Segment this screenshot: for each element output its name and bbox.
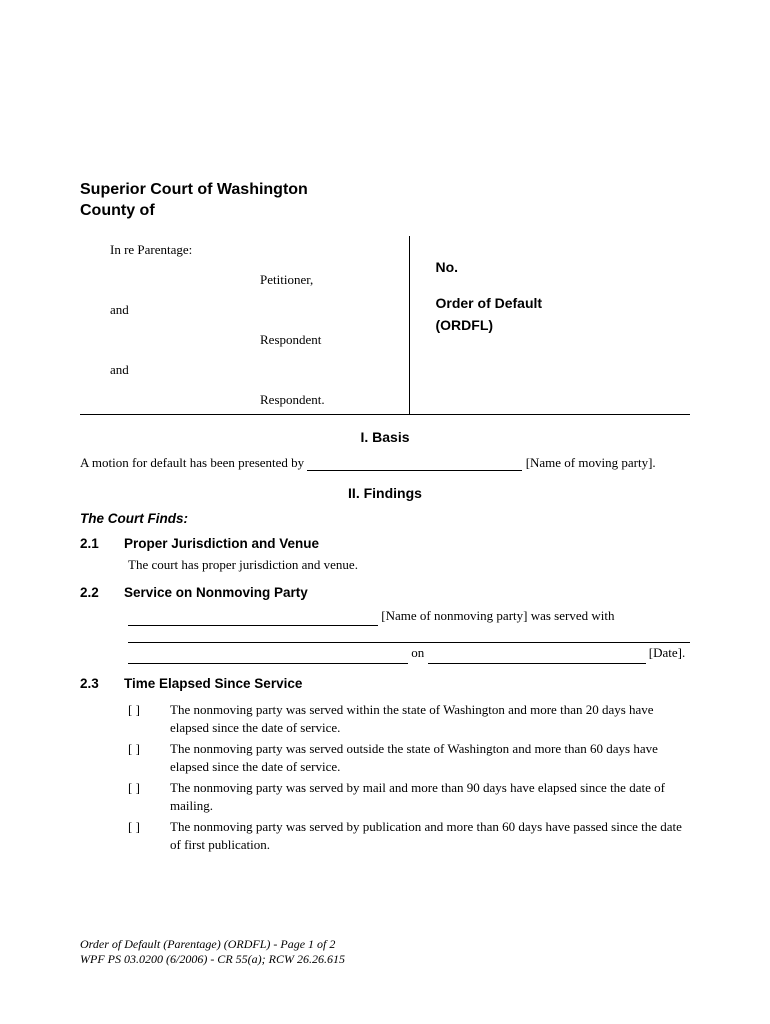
sub-2-2-title: Service on Nonmoving Party: [124, 585, 308, 600]
section-basis-heading: I. Basis: [80, 429, 690, 445]
sub-2-3-num: 2.3: [80, 676, 124, 691]
sub-2-1-body: The court has proper jurisdiction and ve…: [128, 557, 690, 573]
footer-line-2: WPF PS 03.0200 (6/2006) - CR 55(a); RCW …: [80, 952, 345, 968]
case-no-label: No.: [436, 256, 681, 278]
subsection-2-2: 2.2Service on Nonmoving Party [Name of n…: [80, 585, 690, 665]
court-header: Superior Court of Washington County of: [80, 180, 690, 222]
respondent-label-1: Respondent: [260, 332, 321, 348]
served-with-text: [Name of nonmoving party] was served wit…: [378, 608, 614, 623]
subsection-2-1: 2.1Proper Jurisdiction and Venue The cou…: [80, 536, 690, 573]
court-name-line2: County of: [80, 201, 690, 222]
checkbox-row-3: [ ] The nonmoving party was served by ma…: [128, 779, 690, 814]
service-date-blank[interactable]: [428, 663, 646, 664]
service-doc-blank-2[interactable]: [128, 663, 408, 664]
footer-line-1: Order of Default (Parentage) (ORDFL) - P…: [80, 937, 345, 953]
checkbox-4[interactable]: [ ]: [128, 818, 170, 853]
court-name-line1: Superior Court of Washington: [80, 180, 690, 201]
case-caption: In re Parentage: Petitioner, and Respond…: [80, 236, 690, 415]
doc-title-2: (ORDFL): [436, 314, 681, 336]
checkbox-text-3: The nonmoving party was served by mail a…: [170, 779, 690, 814]
sub-2-2-num: 2.2: [80, 585, 124, 600]
petitioner-label: Petitioner,: [260, 272, 313, 288]
in-re-line: In re Parentage:: [110, 242, 399, 258]
nonmoving-party-blank[interactable]: [128, 625, 378, 626]
basis-text-before: A motion for default has been presented …: [80, 455, 307, 470]
court-finds: The Court Finds:: [80, 511, 690, 526]
caption-parties: In re Parentage: Petitioner, and Respond…: [80, 236, 409, 415]
and-2: and: [110, 362, 399, 378]
service-doc-blank[interactable]: [128, 629, 690, 643]
date-label: [Date].: [646, 645, 686, 660]
sub-2-1-title: Proper Jurisdiction and Venue: [124, 536, 319, 551]
checkbox-row-1: [ ] The nonmoving party was served withi…: [128, 701, 690, 736]
section-findings-heading: II. Findings: [80, 485, 690, 501]
basis-text: A motion for default has been presented …: [80, 455, 690, 471]
doc-title-1: Order of Default: [436, 292, 681, 314]
moving-party-blank[interactable]: [307, 470, 522, 471]
checkbox-row-2: [ ] The nonmoving party was served outsi…: [128, 740, 690, 775]
sub-2-1-num: 2.1: [80, 536, 124, 551]
caption-right: No. Order of Default (ORDFL): [416, 236, 691, 415]
checkbox-1[interactable]: [ ]: [128, 701, 170, 736]
sub-2-3-title: Time Elapsed Since Service: [124, 676, 302, 691]
basis-text-after: [Name of moving party].: [522, 455, 655, 470]
and-1: and: [110, 302, 399, 318]
checkbox-2[interactable]: [ ]: [128, 740, 170, 775]
checkbox-text-2: The nonmoving party was served outside t…: [170, 740, 690, 775]
page-footer: Order of Default (Parentage) (ORDFL) - P…: [80, 937, 345, 968]
respondent-label-2: Respondent.: [260, 392, 325, 408]
subsection-2-3: 2.3Time Elapsed Since Service [ ] The no…: [80, 676, 690, 853]
checkbox-text-4: The nonmoving party was served by public…: [170, 818, 690, 853]
on-text: on: [408, 645, 428, 660]
checkbox-3[interactable]: [ ]: [128, 779, 170, 814]
checkbox-text-1: The nonmoving party was served within th…: [170, 701, 690, 736]
checkbox-row-4: [ ] The nonmoving party was served by pu…: [128, 818, 690, 853]
